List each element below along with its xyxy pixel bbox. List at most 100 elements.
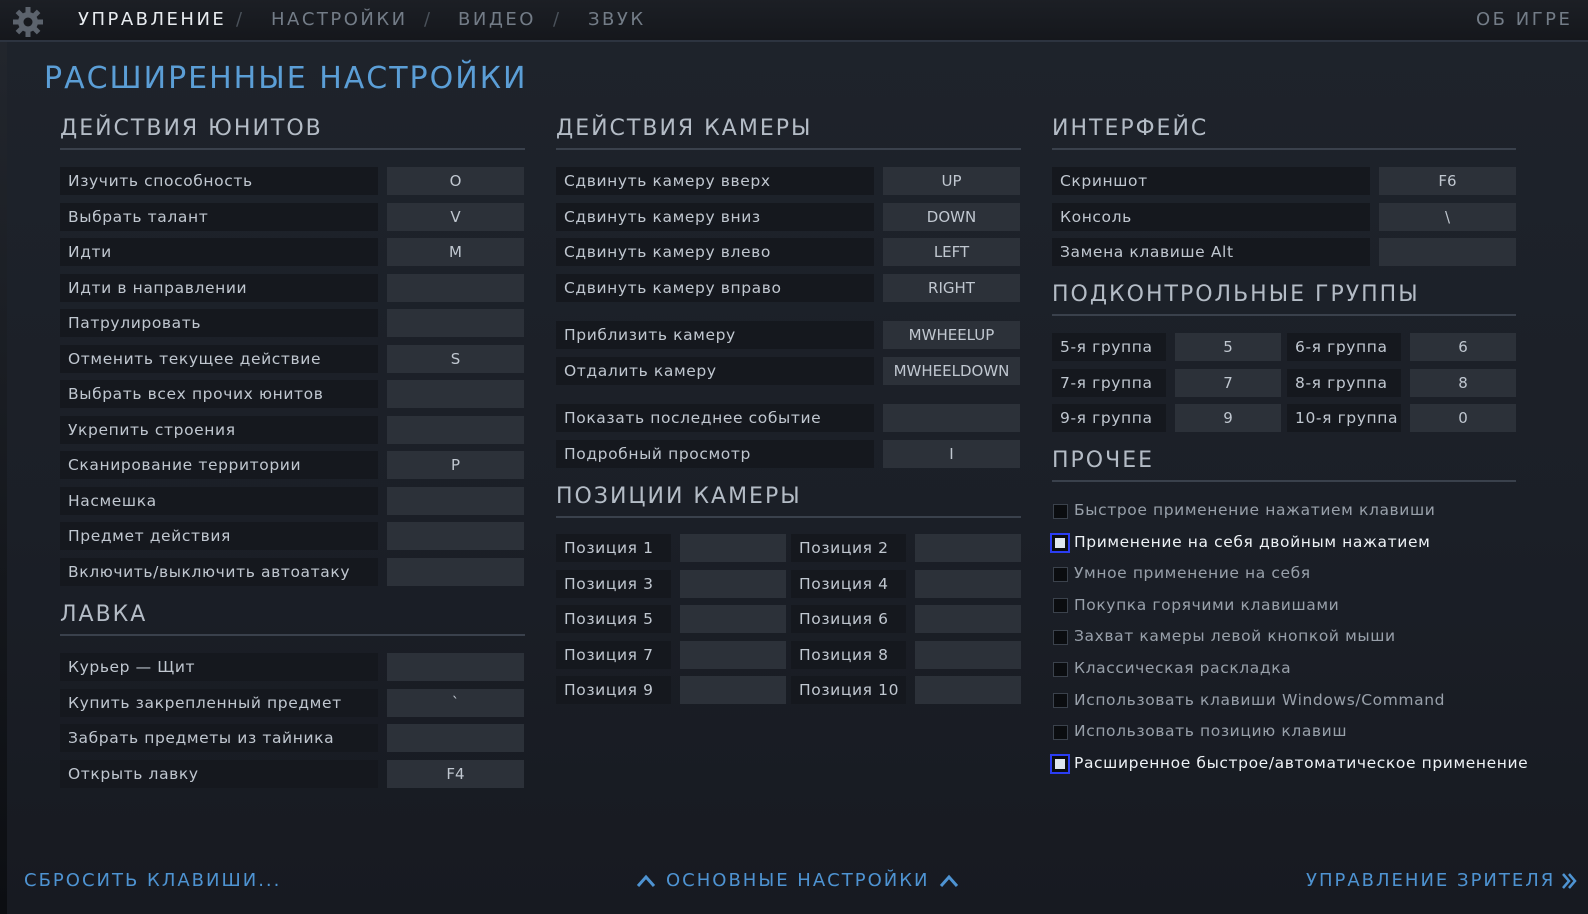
option-checkbox[interactable] bbox=[1053, 724, 1068, 740]
control-group-label: 7-я группа bbox=[1052, 368, 1166, 397]
camera-actions-title: ДЕЙСТВИЯ КАМЕРЫ bbox=[556, 116, 813, 141]
option-checkbox[interactable] bbox=[1050, 753, 1070, 774]
option-checkbox[interactable] bbox=[1053, 629, 1068, 645]
interface-action-label: Консоль bbox=[1052, 202, 1370, 231]
camera-position-key-binding[interactable] bbox=[680, 640, 786, 669]
unit-action-key-binding[interactable]: S bbox=[387, 344, 524, 373]
camera-position-key-binding[interactable] bbox=[915, 569, 1021, 598]
interface-action-label: Замена клавише Alt bbox=[1052, 238, 1370, 266]
option-label[interactable]: Быстрое применение нажатием клавиши bbox=[1074, 501, 1435, 519]
camera-action-label: Отдалить камеру bbox=[556, 356, 874, 385]
option-label[interactable]: Покупка горячими клавишами bbox=[1074, 596, 1339, 614]
reset-keys-link[interactable]: СБРОСИТЬ КЛАВИШИ... bbox=[24, 870, 281, 891]
camera-position-key-binding[interactable] bbox=[915, 605, 1021, 633]
unit-action-label: Укрепить строения bbox=[60, 415, 378, 444]
option-label[interactable]: Применение на себя двойным нажатием bbox=[1074, 533, 1430, 551]
camera-action-key-binding[interactable]: LEFT bbox=[883, 238, 1020, 266]
option-checkbox[interactable] bbox=[1053, 598, 1068, 614]
camera-action-key-binding[interactable]: DOWN bbox=[883, 202, 1020, 231]
unit-action-key-binding[interactable] bbox=[387, 273, 524, 302]
control-groups-title: ПОДКОНТРОЛЬНЫЕ ГРУППЫ bbox=[1052, 282, 1420, 307]
unit-action-label: Выбрать всех прочих юнитов bbox=[60, 380, 378, 408]
camera-action-label: Сдвинуть камеру вверх bbox=[556, 167, 874, 195]
spectator-controls-link[interactable]: УПРАВЛЕНИЕ ЗРИТЕЛЯ bbox=[1306, 870, 1577, 891]
tab-sound[interactable]: ЗВУК bbox=[588, 9, 646, 30]
control-group-key-binding[interactable]: 8 bbox=[1410, 368, 1516, 397]
camera-positions-divider bbox=[556, 516, 1021, 518]
camera-action-key-binding[interactable]: MWHEELUP bbox=[883, 321, 1020, 349]
camera-position-key-binding[interactable] bbox=[915, 534, 1021, 562]
option-label[interactable]: Расширенное быстрое/автоматическое приме… bbox=[1074, 754, 1528, 772]
option-label[interactable]: Классическая раскладка bbox=[1074, 659, 1291, 677]
camera-position-label: Позиция 7 bbox=[556, 640, 671, 669]
camera-position-key-binding[interactable] bbox=[915, 640, 1021, 669]
option-checkbox[interactable] bbox=[1053, 693, 1068, 709]
shop-action-key-binding[interactable] bbox=[387, 653, 524, 681]
camera-positions-title: ПОЗИЦИИ КАМЕРЫ bbox=[556, 484, 802, 509]
unit-action-key-binding[interactable] bbox=[387, 309, 524, 337]
control-group-key-binding[interactable]: 6 bbox=[1410, 333, 1516, 361]
unit-action-label: Идти в направлении bbox=[60, 273, 378, 302]
interface-divider bbox=[1052, 148, 1516, 150]
camera-position-label: Позиция 10 bbox=[791, 676, 906, 704]
option-label[interactable]: Использовать позицию клавиш bbox=[1074, 722, 1347, 740]
basic-settings-link[interactable]: ОСНОВНЫЕ НАСТРОЙКИ bbox=[636, 870, 959, 891]
option-label[interactable]: Захват камеры левой кнопкой мыши bbox=[1074, 627, 1396, 645]
shop-action-key-binding[interactable]: ` bbox=[387, 688, 524, 717]
unit-action-key-binding[interactable] bbox=[387, 415, 524, 444]
camera-action-key-binding[interactable]: MWHEELDOWN bbox=[883, 356, 1020, 385]
tab-about[interactable]: ОБ ИГРЕ bbox=[1476, 9, 1572, 30]
camera-position-label: Позиция 2 bbox=[791, 534, 906, 562]
control-group-key-binding[interactable]: 9 bbox=[1175, 404, 1281, 432]
gear-icon[interactable] bbox=[12, 6, 44, 38]
unit-action-key-binding[interactable] bbox=[387, 522, 524, 550]
unit-actions-divider bbox=[60, 148, 525, 150]
unit-action-key-binding[interactable] bbox=[387, 557, 524, 586]
camera-action-key-binding[interactable]: RIGHT bbox=[883, 273, 1020, 302]
control-group-label: 10-я группа bbox=[1287, 404, 1401, 432]
camera-action-label: Подробный просмотр bbox=[556, 439, 874, 468]
control-group-key-binding[interactable]: 5 bbox=[1175, 333, 1281, 361]
option-label[interactable]: Умное применение на себя bbox=[1074, 564, 1311, 582]
camera-position-key-binding[interactable] bbox=[680, 534, 786, 562]
option-label[interactable]: Использовать клавиши Windows/Command bbox=[1074, 691, 1445, 709]
unit-action-label: Отменить текущее действие bbox=[60, 344, 378, 373]
tab-settings[interactable]: НАСТРОЙКИ bbox=[271, 9, 408, 30]
option-checkbox[interactable] bbox=[1053, 661, 1068, 677]
unit-action-key-binding[interactable] bbox=[387, 380, 524, 408]
option-checkbox[interactable] bbox=[1053, 566, 1068, 582]
camera-action-key-binding[interactable]: I bbox=[883, 439, 1020, 468]
unit-action-key-binding[interactable] bbox=[387, 486, 524, 515]
camera-position-key-binding[interactable] bbox=[915, 676, 1021, 704]
camera-position-key-binding[interactable] bbox=[680, 676, 786, 704]
camera-action-key-binding[interactable]: UP bbox=[883, 167, 1020, 195]
unit-action-label: Выбрать талант bbox=[60, 202, 378, 231]
camera-position-label: Позиция 6 bbox=[791, 605, 906, 633]
camera-action-key-binding[interactable] bbox=[883, 404, 1020, 432]
unit-action-key-binding[interactable]: V bbox=[387, 202, 524, 231]
unit-action-label: Идти bbox=[60, 238, 378, 266]
shop-action-label: Забрать предметы из тайника bbox=[60, 724, 378, 752]
camera-actions-divider bbox=[556, 148, 1021, 150]
tab-separator: / bbox=[553, 9, 560, 30]
option-checkbox[interactable] bbox=[1053, 503, 1068, 519]
interface-action-key-binding[interactable]: \ bbox=[1379, 202, 1516, 231]
camera-position-key-binding[interactable] bbox=[680, 569, 786, 598]
camera-position-label: Позиция 1 bbox=[556, 534, 671, 562]
control-group-key-binding[interactable]: 0 bbox=[1410, 404, 1516, 432]
option-checkbox[interactable] bbox=[1050, 532, 1070, 553]
interface-action-key-binding[interactable] bbox=[1379, 238, 1516, 266]
camera-position-key-binding[interactable] bbox=[680, 605, 786, 633]
shop-action-key-binding[interactable]: F4 bbox=[387, 759, 524, 788]
tab-video[interactable]: ВИДЕО bbox=[458, 9, 536, 30]
control-group-key-binding[interactable]: 7 bbox=[1175, 368, 1281, 397]
shop-action-key-binding[interactable] bbox=[387, 724, 524, 752]
unit-action-key-binding[interactable]: O bbox=[387, 167, 524, 195]
tab-controls[interactable]: УПРАВЛЕНИЕ bbox=[78, 9, 226, 30]
top-nav: УПРАВЛЕНИЕ / НАСТРОЙКИ / ВИДЕО / ЗВУК ОБ… bbox=[0, 0, 1588, 42]
unit-action-key-binding[interactable]: M bbox=[387, 238, 524, 266]
tab-separator: / bbox=[424, 9, 431, 30]
unit-action-key-binding[interactable]: P bbox=[387, 451, 524, 479]
unit-action-label: Включить/выключить автоатаку bbox=[60, 557, 378, 586]
interface-action-key-binding[interactable]: F6 bbox=[1379, 167, 1516, 195]
